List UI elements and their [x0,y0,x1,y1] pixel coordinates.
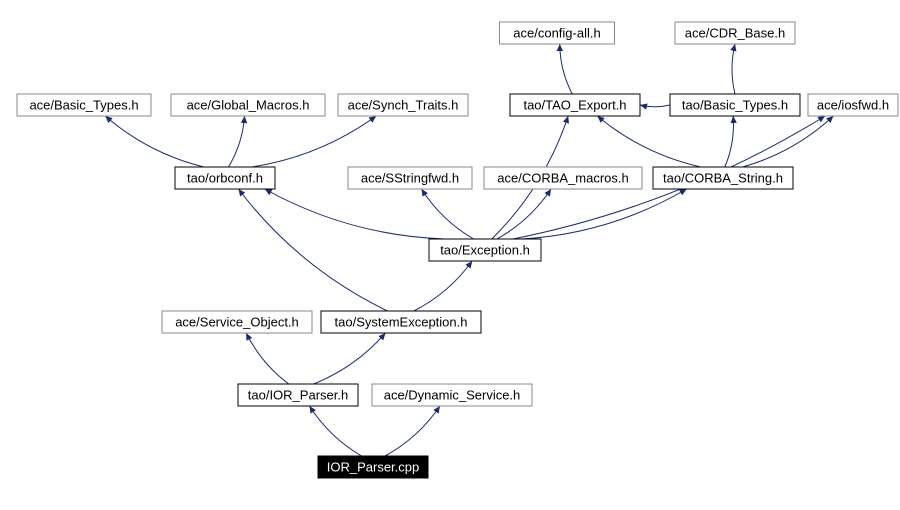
edge-arrowhead [105,116,112,123]
edge-orbconf-to-basic_types_ace [105,116,204,167]
edge-exception-to-corba_macros [497,189,551,239]
node-config_all[interactable]: ace/config-all.h [500,22,615,44]
node-label: ace/Basic_Types.h [29,97,138,112]
node-tao_export[interactable]: tao/TAO_Export.h [510,94,640,116]
node-label: ace/config-all.h [513,25,600,40]
edge-arrowhead [730,44,736,52]
edge-arrowhead [433,406,440,414]
edge-basic_types_tao-to-cdr_base [732,44,735,94]
edge-arrowhead [563,116,569,124]
node-corba_string[interactable]: tao/CORBA_String.h [653,167,793,189]
edge-arrowhead [309,406,315,414]
node-label: ace/CDR_Base.h [685,25,785,40]
node-label: tao/IOR_Parser.h [248,387,348,402]
edge-orbconf-to-synch_traits [252,116,376,167]
node-label: IOR_Parser.cpp [327,459,420,474]
edge-arrowhead [679,189,687,195]
edge-arrowhead [421,189,427,197]
edge-arrowhead [731,116,737,123]
edge-sys_exc-to-orbconf [238,189,387,311]
node-global_macros[interactable]: ace/Global_Macros.h [171,94,325,116]
nodes-layer: IOR_Parser.cpp tao/IOR_Parser.h ace/Dynami… [17,22,898,478]
edge-tao_export-to-config_all [560,44,573,94]
edge-root-to-dyn_service [385,406,440,456]
node-ior_parser_h[interactable]: tao/IOR_Parser.h [238,384,358,406]
node-cdr_base[interactable]: ace/CDR_Base.h [675,22,795,44]
node-label: ace/Service_Object.h [175,314,299,329]
node-label: tao/SystemException.h [335,314,468,329]
edge-arrowhead [640,104,648,110]
edge-root-to-ior_parser_h [309,406,361,456]
node-label: ace/iosfwd.h [817,97,889,112]
node-dyn_service[interactable]: ace/Dynamic_Service.h [372,384,532,406]
edge-exception-to-sstringfwd [421,189,473,239]
dependency-graph: IOR_Parser.cpp tao/IOR_Parser.h ace/Dynami… [0,0,900,510]
node-sys_exc[interactable]: tao/SystemException.h [321,311,481,333]
edge-exception-to-orbconf [265,189,446,239]
edge-ior_parser_h-to-svc_object [246,333,289,384]
node-basic_types_ace[interactable]: ace/Basic_Types.h [17,94,151,116]
edge-arrowhead [557,44,563,51]
node-orbconf[interactable]: tao/orbconf.h [175,167,275,189]
edge-corba_string-to-iosfwd [743,116,834,167]
edge-sys_exc-to-exception [414,261,472,311]
node-synch_traits[interactable]: ace/Synch_Traits.h [338,94,468,116]
node-label: ace/CORBA_macros.h [497,170,629,185]
node-label: tao/TAO_Export.h [523,97,626,112]
node-label: tao/Basic_Types.h [682,97,788,112]
edge-arrowhead [597,116,604,123]
edge-ior_parser_h-to-sys_exc [314,333,386,384]
edge-arrowhead [545,189,552,197]
node-label: ace/Global_Macros.h [187,97,310,112]
node-label: tao/orbconf.h [187,170,263,185]
edge-arrowhead [465,261,472,269]
node-label: tao/CORBA_String.h [663,170,783,185]
edge-arrowhead [238,189,245,197]
node-exception[interactable]: tao/Exception.h [429,239,541,261]
node-root[interactable]: IOR_Parser.cpp [318,456,428,478]
node-label: ace/Synch_Traits.h [348,97,459,112]
edge-corba_string-to-basic_types_tao [725,116,734,167]
node-corba_macros[interactable]: ace/CORBA_macros.h [484,167,642,189]
edge-arrowhead [241,116,247,123]
node-label: tao/Exception.h [440,242,530,257]
node-label: ace/SStringfwd.h [361,170,459,185]
edge-corba_string-to-tao_export [597,116,700,167]
node-iosfwd[interactable]: ace/iosfwd.h [808,94,898,116]
node-sstringfwd[interactable]: ace/SStringfwd.h [348,167,472,189]
node-basic_types_tao[interactable]: tao/Basic_Types.h [670,94,800,116]
edge-arrowhead [817,116,825,122]
node-svc_object[interactable]: ace/Service_Object.h [162,311,312,333]
node-label: ace/Dynamic_Service.h [384,387,521,402]
edge-orbconf-to-global_macros [228,116,244,167]
edge-arrowhead [369,116,377,123]
